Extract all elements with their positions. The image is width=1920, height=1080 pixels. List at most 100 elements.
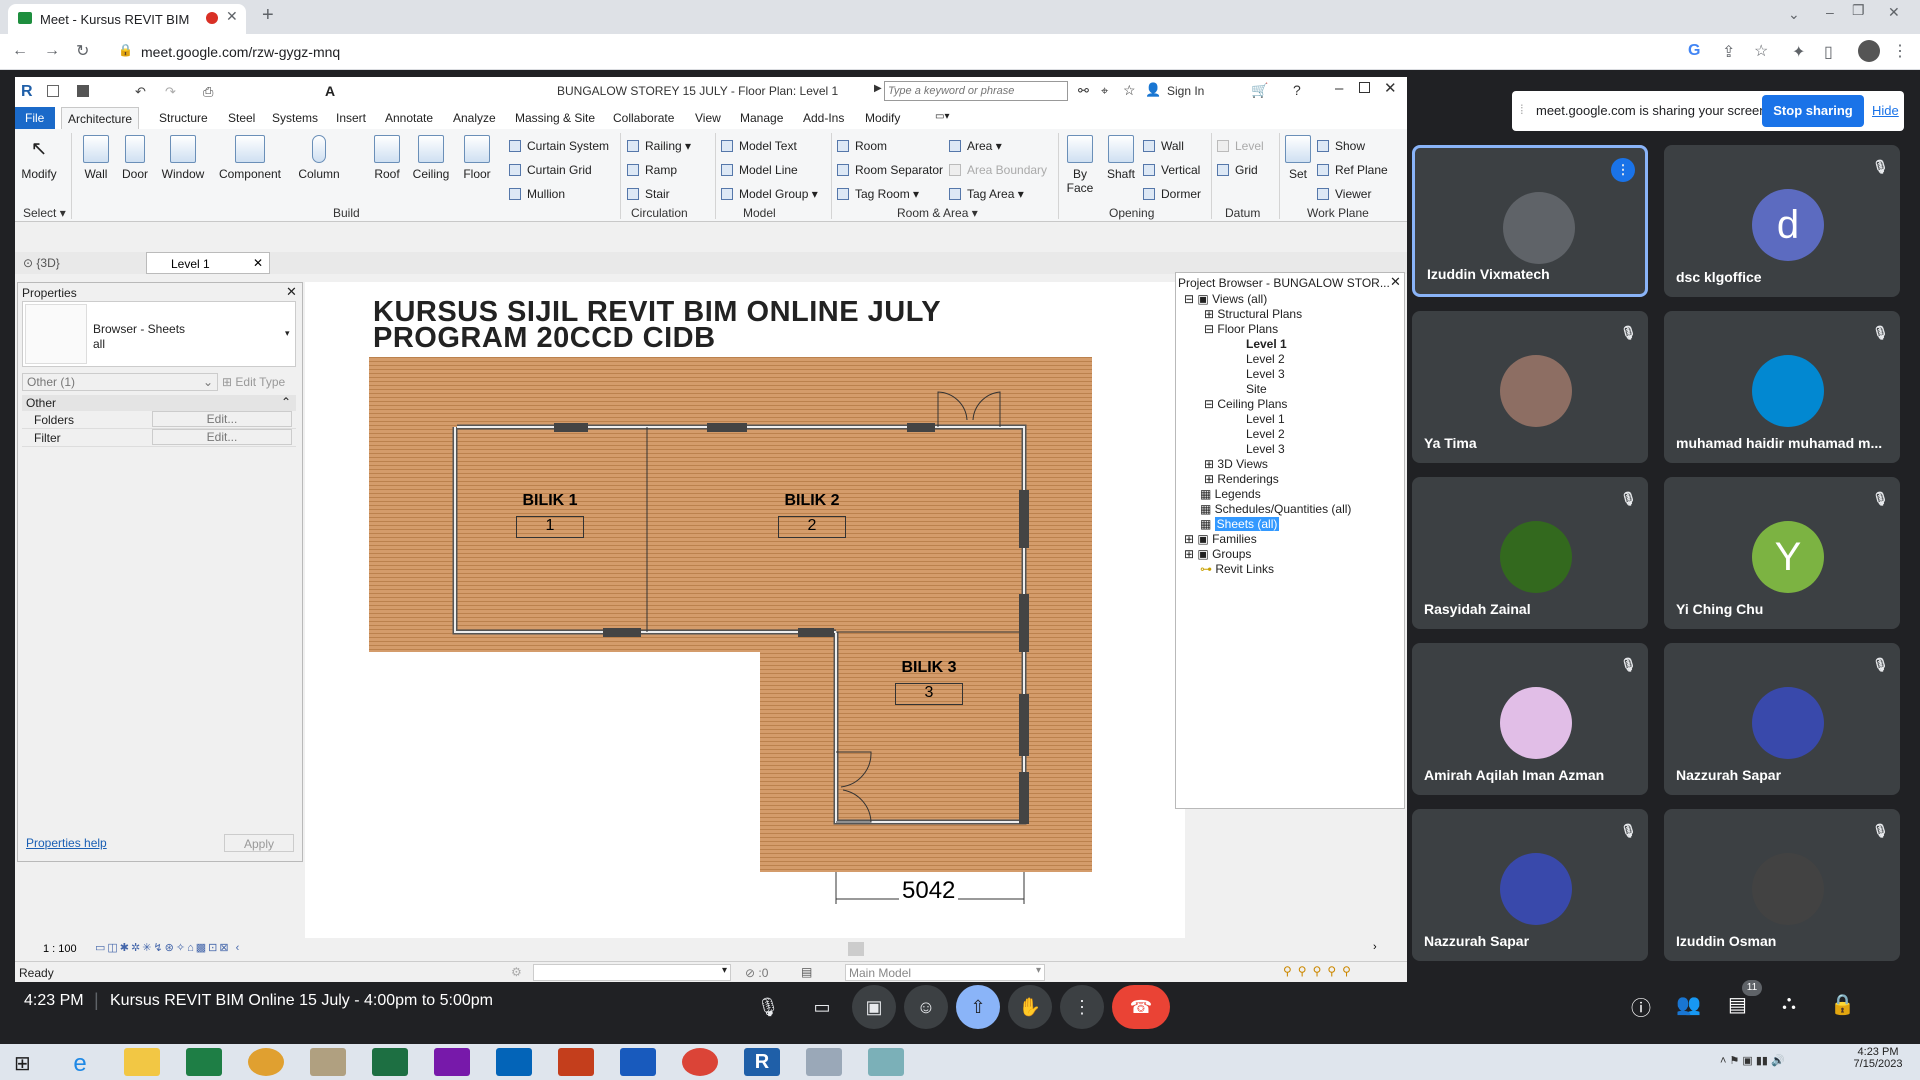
tab-insert[interactable]: Insert: [336, 111, 366, 125]
type-selector[interactable]: Browser - Sheets all ▾: [22, 301, 296, 367]
favorites-star-icon[interactable]: ☆: [1123, 82, 1136, 99]
editing-requests[interactable]: ⊘ :0: [745, 966, 768, 980]
chrome-menu-icon[interactable]: ⋮: [1892, 41, 1908, 61]
apply-button[interactable]: Apply: [224, 834, 294, 852]
tree-schedules[interactable]: ▦ Schedules/Quantities (all): [1200, 502, 1351, 516]
tab-addins[interactable]: Add-Ins: [803, 111, 844, 125]
extensions-icon[interactable]: ✦: [1792, 42, 1805, 62]
tree-floor-level2[interactable]: Level 2: [1246, 352, 1285, 366]
type-dropdown-icon[interactable]: ▾: [285, 328, 290, 339]
panel-room-area[interactable]: Room & Area ▾: [897, 206, 978, 220]
viewer-button[interactable]: Viewer: [1317, 187, 1371, 201]
set-button[interactable]: Set: [1283, 135, 1313, 181]
close-tab-icon[interactable]: ✕: [226, 8, 238, 25]
tree-sheets[interactable]: ▦ Sheets (all): [1200, 517, 1280, 531]
column-button[interactable]: Column: [295, 135, 343, 181]
tree-floor-level1[interactable]: Level 1: [1246, 337, 1287, 351]
google-icon[interactable]: G: [1688, 42, 1700, 60]
leave-call-button[interactable]: ☎: [1112, 985, 1170, 1029]
close-view-icon[interactable]: ✕: [253, 256, 263, 270]
restore-icon[interactable]: ❐: [1852, 2, 1865, 19]
view-control-icons[interactable]: ▭◫✱✲✳↯⊛✧⌂▩⊡⊠ ‹: [95, 941, 241, 954]
back-icon[interactable]: ←: [12, 42, 28, 60]
room-label-1[interactable]: BILIK 11: [510, 492, 590, 538]
project-browser-close-icon[interactable]: ✕: [1390, 274, 1401, 290]
powerpoint-icon[interactable]: [558, 1048, 594, 1076]
file-explorer-icon[interactable]: [124, 1048, 160, 1076]
participant-tile[interactable]: Ya Tima 🎙: [1412, 311, 1648, 463]
shaft-button[interactable]: Shaft: [1103, 135, 1139, 181]
grid-button[interactable]: Grid: [1217, 163, 1258, 177]
tree-floor-plans[interactable]: ⊟ Floor Plans: [1204, 322, 1278, 336]
drag-handle-icon[interactable]: ⁞: [1520, 102, 1524, 117]
workset-select[interactable]: ▾: [533, 964, 731, 981]
share-icon[interactable]: ⇪: [1722, 42, 1735, 62]
scroll-right-icon[interactable]: ›: [1373, 941, 1377, 953]
chat-icon[interactable]: ▤: [1728, 992, 1747, 1017]
host-controls-icon[interactable]: 🔒: [1830, 992, 1855, 1017]
tab-file[interactable]: File: [15, 107, 55, 129]
participant-tile[interactable]: Nazzurah Sapar 🎙: [1412, 809, 1648, 961]
area-button[interactable]: Area ▾: [949, 139, 1002, 153]
undo-icon[interactable]: ↶: [135, 84, 146, 100]
participant-tile[interactable]: Nazzurah Sapar 🎙: [1664, 643, 1900, 795]
start-icon[interactable]: ⊞: [14, 1051, 31, 1076]
tab-annotate[interactable]: Annotate: [385, 111, 433, 125]
tree-ceiling-level2[interactable]: Level 2: [1246, 427, 1285, 441]
tree-3d-views[interactable]: ⊞ 3D Views: [1204, 457, 1268, 471]
tag-room-button[interactable]: Tag Room ▾: [837, 187, 919, 201]
drawing-canvas[interactable]: KURSUS SIJIL REVIT BIM ONLINE JULY PROGR…: [305, 282, 1185, 938]
wall-opening-button[interactable]: Wall: [1143, 139, 1184, 153]
room-button[interactable]: Room: [837, 139, 887, 153]
meeting-info-icon[interactable]: ⓘ: [1631, 992, 1651, 1021]
tree-floor-level3[interactable]: Level 3: [1246, 367, 1285, 381]
model-line-button[interactable]: Model Line: [721, 163, 798, 177]
ref-plane-button[interactable]: Ref Plane: [1317, 163, 1388, 177]
mullion-button[interactable]: Mullion: [509, 187, 565, 201]
camera-off-button[interactable]: ▭: [800, 985, 844, 1029]
component-button[interactable]: Component: [217, 135, 283, 181]
dormer-button[interactable]: Dormer: [1143, 187, 1201, 201]
tab-modify[interactable]: Modify: [865, 111, 900, 125]
room-separator-button[interactable]: Room Separator: [837, 163, 943, 177]
room-label-3[interactable]: BILIK 33: [889, 659, 969, 705]
tray-icons[interactable]: ˄ ⚑ ▣ ▮▮ 🔊: [1720, 1054, 1785, 1067]
tab-manage[interactable]: Manage: [740, 111, 783, 125]
revit-logo-icon[interactable]: R: [21, 83, 33, 101]
reload-icon[interactable]: ↻: [76, 41, 89, 61]
tree-structural-plans[interactable]: ⊞ Structural Plans: [1204, 307, 1302, 321]
participant-tile[interactable]: Izuddin Osman 🎙: [1664, 809, 1900, 961]
participant-tile[interactable]: Amirah Aqilah Iman Azman 🎙: [1412, 643, 1648, 795]
url-text[interactable]: meet.google.com/rzw-gygz-mnq: [141, 44, 340, 60]
tab-architecture[interactable]: Architecture: [61, 107, 140, 129]
tab-systems[interactable]: Systems: [272, 111, 318, 125]
text-icon[interactable]: A: [325, 83, 335, 99]
app-icon[interactable]: [248, 1048, 284, 1076]
tree-legends[interactable]: ▦ Legends: [1200, 487, 1261, 501]
design-options-icon[interactable]: ▤: [801, 965, 812, 979]
excel-icon[interactable]: [372, 1048, 408, 1076]
tab-collaborate[interactable]: Collaborate: [613, 111, 674, 125]
revit-maximize-icon[interactable]: [1359, 82, 1370, 93]
modify-button[interactable]: ↖ Modify: [21, 135, 57, 181]
outlook-icon[interactable]: [496, 1048, 532, 1076]
tree-ceiling-level3[interactable]: Level 3: [1246, 442, 1285, 456]
participant-tile[interactable]: muhamad haidir muhamad m... 🎙: [1664, 311, 1900, 463]
door-button[interactable]: Door: [119, 135, 151, 181]
comm-center-icon[interactable]: ⌖: [1101, 83, 1108, 99]
ramp-button[interactable]: Ramp: [627, 163, 677, 177]
keyword-search-input[interactable]: [884, 81, 1068, 101]
revit-close-icon[interactable]: ✕: [1384, 79, 1397, 97]
ie-icon[interactable]: e: [62, 1050, 98, 1078]
properties-help-link[interactable]: Properties help: [26, 836, 107, 850]
by-face-button[interactable]: By Face: [1065, 135, 1095, 195]
model-text-button[interactable]: Model Text: [721, 139, 797, 153]
chrome-icon[interactable]: [682, 1048, 718, 1076]
app-icon-3[interactable]: [806, 1048, 842, 1076]
wall-button[interactable]: Wall: [81, 135, 111, 181]
tree-groups[interactable]: ⊞ ▣ Groups: [1184, 547, 1251, 561]
tag-area-button[interactable]: Tag Area ▾: [949, 187, 1024, 201]
show-button[interactable]: Show: [1317, 139, 1365, 153]
help-icon[interactable]: ?: [1293, 82, 1301, 98]
group-other[interactable]: Other ⌃: [22, 395, 296, 411]
